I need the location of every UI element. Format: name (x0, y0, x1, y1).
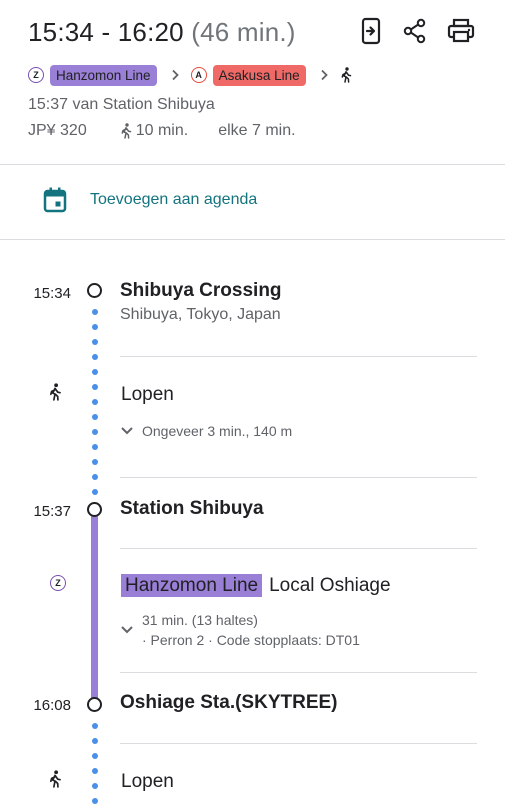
chevron-down-icon (120, 625, 134, 635)
transit-platform-info: · Perron 2 · Code stopplaats: DT01 (142, 632, 360, 648)
start-stop-address: Shibuya, Tokyo, Japan (120, 306, 281, 323)
walk-icon (48, 383, 62, 401)
trip-summary-header: 15:34 - 16:20 (46 min.) Z Hanzomon Line … (0, 0, 505, 165)
hanzomon-line-tag: Hanzomon Line (121, 574, 263, 597)
walk-icon (48, 770, 62, 788)
divider (120, 743, 477, 744)
hanzomon-line-chip: Hanzomon Line (50, 64, 157, 86)
chevron-down-icon (120, 426, 134, 436)
stop-marker (87, 697, 102, 712)
walk-total: 10 min. (135, 122, 189, 139)
hanzomon-line-icon: Z (50, 575, 66, 591)
route-line-chips: Z Hanzomon Line A Asakusa Line (28, 64, 352, 86)
trip-time-title: 15:34 - 16:20 (46 min.) (28, 17, 296, 48)
arrival-stop-name[interactable]: Oshiage Sta.(SKYTREE) (120, 692, 338, 714)
trip-meta-row: JP¥ 320 10 min. elke 7 min. (28, 122, 296, 140)
divider (120, 356, 477, 357)
hanzomon-line-badge: Z (28, 67, 44, 83)
walk-segment-details-toggle[interactable]: Ongeveer 3 min., 140 m (120, 423, 292, 439)
station-name[interactable]: Station Shibuya (120, 498, 264, 520)
time-range: 15:34 - 16:20 (28, 17, 184, 47)
chevron-right-icon (171, 69, 179, 81)
asakusa-line-badge: A (190, 67, 207, 83)
walk-icon (120, 123, 132, 139)
walk-icon (340, 67, 352, 83)
divider (0, 239, 505, 240)
add-to-calendar-label: Toevoegen aan agenda (90, 191, 258, 208)
start-stop-name[interactable]: Shibuya Crossing (120, 280, 282, 302)
divider (120, 477, 477, 478)
divider (0, 164, 505, 165)
chevron-right-icon (320, 69, 328, 81)
station-time: 15:37 (33, 503, 71, 520)
stop-marker (87, 502, 102, 517)
transit-segment-title: Hanzomon Line Local Oshiage (121, 574, 391, 597)
start-time: 15:34 (33, 285, 71, 302)
divider (120, 548, 477, 549)
fare: JP¥ 320 (28, 122, 87, 139)
departure-info: 15:37 van Station Shibuya (28, 96, 215, 113)
trip-duration: (46 min.) (191, 17, 296, 47)
walk-segment-label: Lopen (121, 771, 174, 792)
transit-direction: Local Oshiage (269, 575, 391, 596)
share-icon[interactable] (400, 16, 430, 46)
calendar-icon (42, 186, 68, 214)
frequency: elke 7 min. (218, 122, 296, 139)
walk-segment-label: Lopen (121, 384, 174, 405)
walk-segment-detail: Ongeveer 3 min., 140 m (142, 423, 293, 439)
transit-duration-stops: 31 min. (13 haltes) (142, 612, 258, 628)
transit-segment-details-toggle[interactable]: 31 min. (13 haltes) · Perron 2 · Code st… (120, 610, 360, 650)
stop-marker (87, 283, 102, 298)
arrival-time: 16:08 (33, 697, 71, 714)
asakusa-line-chip: Asakusa Line (212, 64, 306, 86)
send-to-phone-icon[interactable] (356, 16, 386, 46)
print-icon[interactable] (446, 16, 476, 46)
add-to-calendar-button[interactable]: Toevoegen aan agenda (42, 186, 257, 214)
hanzomon-route-line (91, 510, 98, 705)
divider (120, 672, 477, 673)
